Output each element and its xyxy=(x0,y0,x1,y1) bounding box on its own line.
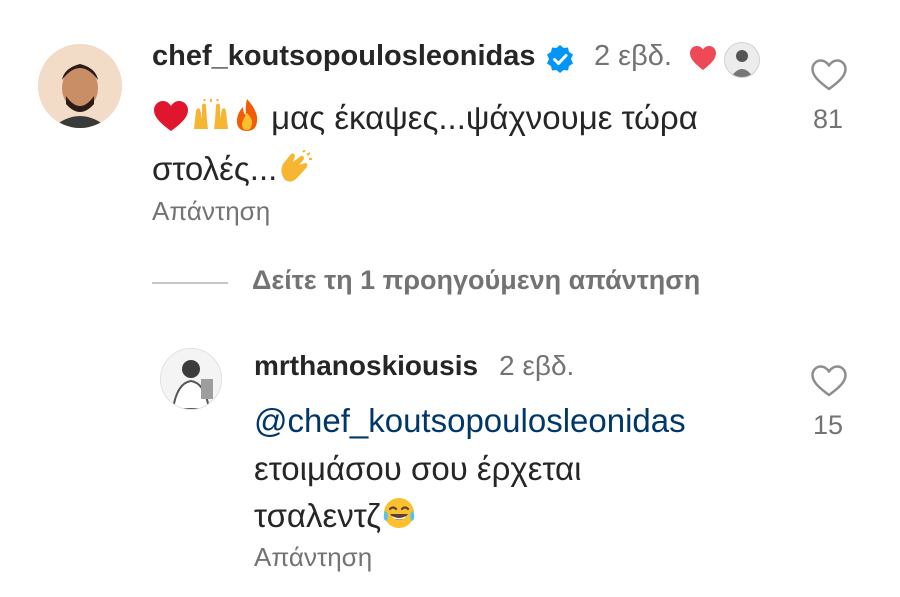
view-previous-replies-button[interactable]: Δείτε τη 1 προηγούμενη απάντηση xyxy=(252,265,700,296)
fire-emoji-icon xyxy=(232,97,262,145)
reply-button[interactable]: Απάντηση xyxy=(254,542,372,573)
reply-button[interactable]: Απάντηση xyxy=(152,196,270,227)
like-count: 15 xyxy=(812,410,844,440)
like-heart-icon[interactable] xyxy=(810,364,848,398)
heart-emoji-icon xyxy=(152,98,190,145)
reply-text-line2: τσαλεντζ xyxy=(254,497,381,534)
creator-avatar-icon xyxy=(725,43,759,77)
creator-avatar xyxy=(724,42,760,78)
reply-timestamp: 2 εβδ. xyxy=(499,350,575,381)
verified-badge-icon xyxy=(547,45,573,73)
reply-avatar[interactable] xyxy=(160,348,222,410)
reply-mention-link[interactable]: @chef_koutsopoulosleonidas xyxy=(254,400,686,442)
clapping-hands-emoji-icon xyxy=(277,149,313,196)
reply-text-line1: ετοιμάσου σου έρχεται xyxy=(254,450,582,487)
tears-of-joy-emoji-icon xyxy=(381,495,417,543)
liked-by-creator-heart-icon xyxy=(690,46,716,70)
like-heart-icon[interactable] xyxy=(810,58,848,92)
reply-text: ετοιμάσου σου έρχεται τσαλεντζ xyxy=(254,445,774,543)
comment-username[interactable]: chef_koutsopoulosleonidas xyxy=(152,40,536,73)
comment-text-line1: μας έκαψες...ψάχνουμε τώρα xyxy=(271,99,698,136)
replies-divider xyxy=(152,282,228,284)
like-count: 81 xyxy=(812,104,844,134)
user-avatar-icon xyxy=(161,349,221,409)
avatar[interactable] xyxy=(38,44,122,128)
comment-text: μας έκαψες...ψάχνουμε τώρα στολές... xyxy=(152,94,792,196)
comment-text-line2: στολές... xyxy=(152,150,278,187)
comment-timestamp: 2 εβδ. xyxy=(594,40,672,72)
raising-hands-emoji-icon xyxy=(190,98,232,145)
reply-username[interactable]: mrthanoskiousis xyxy=(254,350,478,382)
user-avatar-icon xyxy=(38,44,122,128)
